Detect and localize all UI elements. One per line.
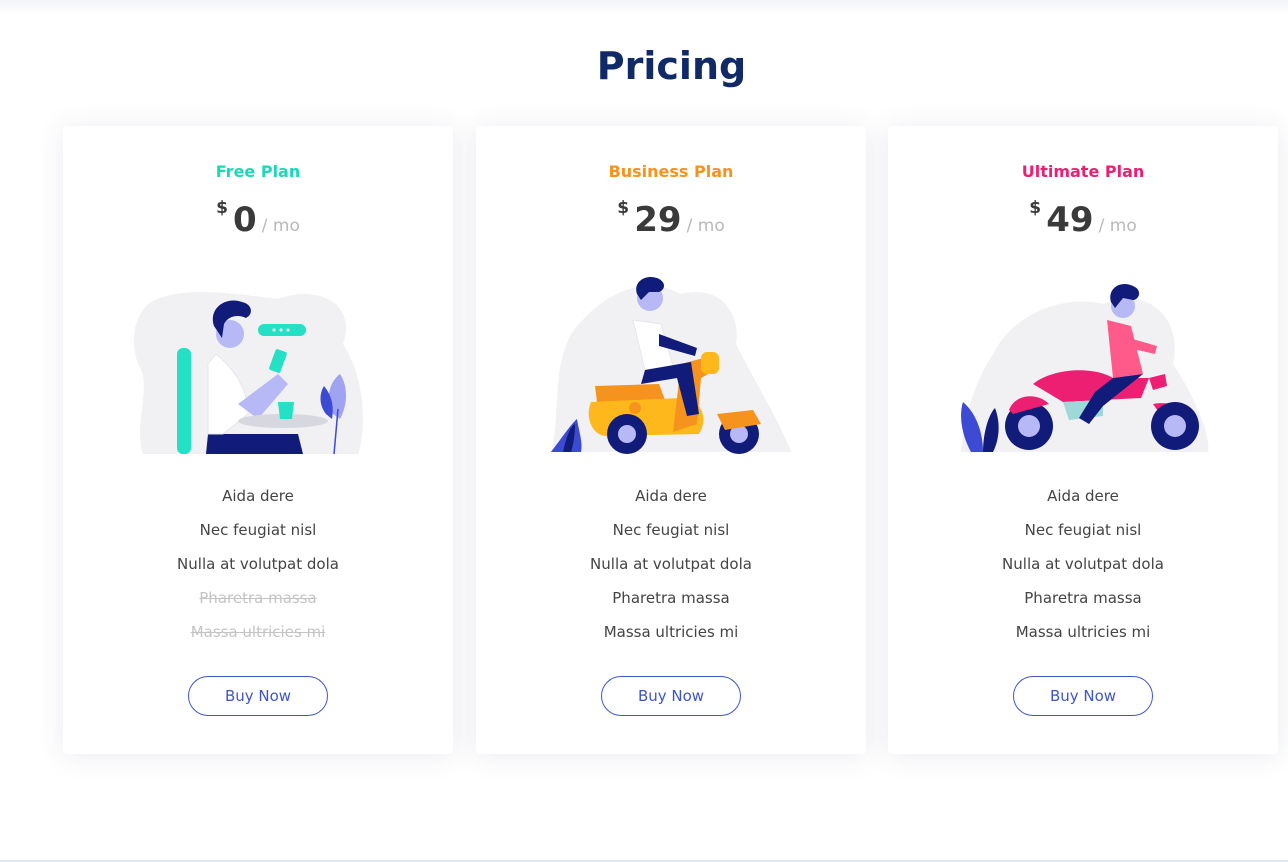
scooter-rider-illustration <box>551 276 791 454</box>
pricing-card-free: Free Plan $ 0 / mo Aida dere Nec feugiat… <box>63 126 453 754</box>
feature-list: Aida dere Nec feugiat nisl Nulla at volu… <box>63 484 453 654</box>
price-period: / mo <box>1098 216 1137 236</box>
header-shadow <box>0 0 1288 14</box>
feature-item: Pharetra massa <box>612 589 730 607</box>
feature-list: Aida dere Nec feugiat nisl Nulla at volu… <box>888 484 1278 654</box>
feature-item: Nec feugiat nisl <box>1024 521 1142 539</box>
feature-item: Aida dere <box>222 487 294 505</box>
feature-item-unavailable: Pharetra massa <box>199 589 317 607</box>
feature-item-unavailable: Massa ultricies mi <box>190 623 326 641</box>
feature-item: Massa ultricies mi <box>603 623 739 641</box>
price-amount: 29 <box>634 200 682 240</box>
section-title: Pricing <box>596 44 747 88</box>
price-amount: 0 <box>233 200 257 240</box>
plan-name: Ultimate Plan <box>1021 162 1145 181</box>
feature-item: Pharetra massa <box>1024 589 1142 607</box>
price-amount: 49 <box>1046 200 1094 240</box>
feature-item: Aida dere <box>635 487 707 505</box>
buy-now-button[interactable]: Buy Now <box>1013 676 1153 716</box>
person-with-phone-illustration <box>133 292 363 455</box>
currency-symbol: $ <box>216 198 228 218</box>
buy-now-button[interactable]: Buy Now <box>188 676 328 716</box>
feature-item: Nulla at volutpat dola <box>177 555 339 573</box>
pricing-card-ultimate: Ultimate Plan $ 49 / mo Aida dere Nec fe… <box>888 126 1278 754</box>
feature-item: Massa ultricies mi <box>1015 623 1151 641</box>
price-period: / mo <box>686 216 725 236</box>
pricing-card-business: Business Plan $ 29 / mo Aida dere Nec fe… <box>476 126 866 754</box>
feature-item: Nec feugiat nisl <box>612 521 730 539</box>
feature-item: Aida dere <box>1047 487 1119 505</box>
feature-item: Nulla at volutpat dola <box>590 555 752 573</box>
feature-list: Aida dere Nec feugiat nisl Nulla at volu… <box>476 484 866 654</box>
plan-price: $ 49 / mo <box>888 198 1278 240</box>
currency-symbol: $ <box>1029 198 1042 218</box>
currency-symbol: $ <box>617 198 630 218</box>
plan-name: Business Plan <box>608 162 734 181</box>
plan-price: $ 0 / mo <box>63 198 453 240</box>
motorcycle-rider-illustration <box>961 283 1209 452</box>
buy-now-button[interactable]: Buy Now <box>601 676 741 716</box>
price-period: / mo <box>261 216 300 236</box>
plan-name: Free Plan <box>215 162 301 181</box>
plan-price: $ 29 / mo <box>476 198 866 240</box>
feature-item: Nulla at volutpat dola <box>1002 555 1164 573</box>
feature-item: Nec feugiat nisl <box>199 521 317 539</box>
